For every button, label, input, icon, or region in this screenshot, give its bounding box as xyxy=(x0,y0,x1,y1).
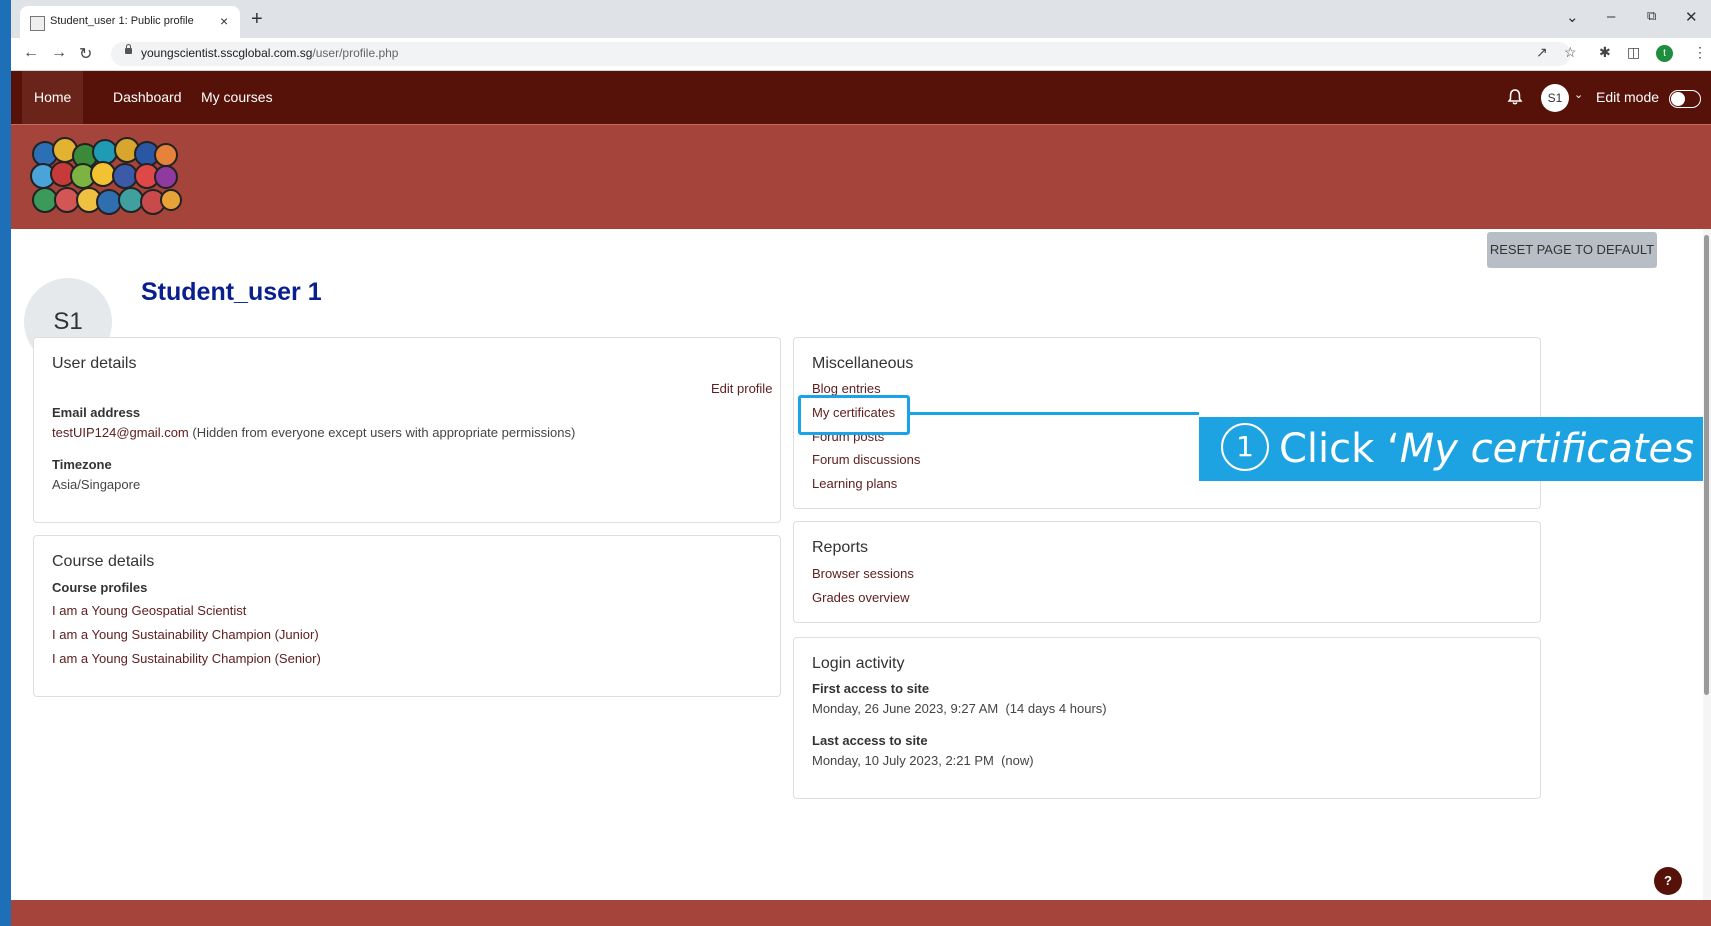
login-activity-title: Login activity xyxy=(812,655,905,672)
reload-icon[interactable]: ↻ xyxy=(79,44,92,64)
edit-mode-label: Edit mode xyxy=(1596,89,1660,105)
user-details-title: User details xyxy=(52,355,137,372)
tab-search-icon[interactable]: ⌄ xyxy=(1566,8,1579,26)
nav-dashboard[interactable]: Dashboard xyxy=(101,71,194,124)
certificates-highlight-box xyxy=(798,395,910,435)
tab-close-icon[interactable]: × xyxy=(220,13,228,29)
first-access-label: First access to site xyxy=(812,681,930,696)
forward-arrow-icon[interactable]: → xyxy=(51,44,67,62)
share-icon[interactable]: ↗ xyxy=(1536,44,1548,61)
lock-icon xyxy=(125,44,132,54)
site-navbar: Home Dashboard My courses S1 ⌄ Edit mode xyxy=(11,71,1711,124)
callout-prefix: Click ‘ xyxy=(1279,426,1400,472)
address-bar[interactable]: youngscientist.sscglobal.com.sg/user/pro… xyxy=(111,42,1571,66)
window-border xyxy=(0,0,11,926)
course-details-card: Course details Course profiles I am a Yo… xyxy=(33,535,781,697)
reports-title: Reports xyxy=(812,539,869,556)
reports-card: Reports Browser sessions Grades overview xyxy=(793,521,1541,623)
course-details-title: Course details xyxy=(52,553,155,570)
bookmark-star-icon[interactable]: ☆ xyxy=(1564,44,1577,61)
course-link[interactable]: I am a Young Sustainability Champion (Se… xyxy=(52,651,321,666)
help-button[interactable]: ? xyxy=(1654,867,1682,895)
edit-mode-toggle[interactable] xyxy=(1669,90,1701,108)
last-access-label: Last access to site xyxy=(812,733,928,748)
blog-entries-link[interactable]: Blog entries xyxy=(812,381,881,396)
course-link[interactable]: I am a Young Sustainability Champion (Ju… xyxy=(52,627,319,642)
forum-discussions-link[interactable]: Forum discussions xyxy=(812,452,920,467)
nav-my-courses[interactable]: My courses xyxy=(189,71,285,124)
login-activity-card: Login activity First access to site Mond… xyxy=(793,637,1541,799)
browser-sessions-link[interactable]: Browser sessions xyxy=(812,566,914,581)
timezone-value: Asia/Singapore xyxy=(52,477,141,492)
email-label: Email address xyxy=(52,405,141,420)
step-number-badge: 1 xyxy=(1221,423,1269,471)
site-favicon-icon xyxy=(30,16,45,31)
browser-toolbar: ← → ↻ youngscientist.sscglobal.com.sg/us… xyxy=(11,38,1711,71)
user-menu-avatar[interactable]: S1 xyxy=(1541,84,1569,112)
url-text: youngscientist.sscglobal.com.sg/user/pro… xyxy=(141,46,399,60)
profile-full-name: Student_user 1 xyxy=(141,278,322,306)
reset-page-button[interactable]: RESET PAGE TO DEFAULT xyxy=(1487,232,1657,268)
back-arrow-icon[interactable]: ← xyxy=(23,44,39,62)
chevron-down-icon[interactable]: ⌄ xyxy=(1574,88,1583,101)
instruction-callout: 1 Click ‘My certificates xyxy=(1199,417,1711,481)
course-link[interactable]: I am a Young Geospatial Scientist xyxy=(52,603,246,618)
learning-plans-link[interactable]: Learning plans xyxy=(812,476,897,491)
tab-strip: Student_user 1: Public profile × + ⌄ – ⧉… xyxy=(11,0,1711,38)
miscellaneous-title: Miscellaneous xyxy=(812,355,914,372)
side-panel-icon[interactable]: ◫ xyxy=(1627,44,1640,61)
toggle-knob xyxy=(1671,92,1685,106)
timezone-label: Timezone xyxy=(52,457,112,472)
extensions-puzzle-icon[interactable]: ✱ xyxy=(1599,44,1611,61)
email-link[interactable]: testUIP124@gmail.com xyxy=(52,425,189,440)
notification-bell-icon[interactable] xyxy=(1505,87,1525,107)
browser-tab[interactable]: Student_user 1: Public profile × xyxy=(20,6,240,38)
grades-overview-link[interactable]: Grades overview xyxy=(812,590,910,605)
nav-home[interactable]: Home xyxy=(22,71,84,124)
last-access-value: Monday, 10 July 2023, 2:21 PM (now) xyxy=(812,753,1034,768)
browser-profile-avatar[interactable]: t xyxy=(1656,45,1673,62)
email-privacy-note: (Hidden from everyone except users with … xyxy=(188,425,576,440)
restore-icon[interactable]: ⧉ xyxy=(1647,8,1656,24)
page-content: RESET PAGE TO DEFAULT S1 Student_user 1 … xyxy=(11,229,1711,900)
callout-target: My certificates xyxy=(1399,426,1694,472)
scrollbar-thumb[interactable] xyxy=(1704,235,1709,695)
new-tab-button[interactable]: + xyxy=(251,8,263,31)
site-footer xyxy=(11,900,1711,926)
browser-menu-icon[interactable]: ⋮ xyxy=(1693,44,1707,61)
user-details-card: User details Edit profile Email address … xyxy=(33,337,781,523)
minimize-icon[interactable]: – xyxy=(1607,8,1615,25)
edit-profile-link[interactable]: Edit profile xyxy=(711,381,772,396)
site-logo[interactable] xyxy=(28,137,184,219)
close-window-icon[interactable]: ✕ xyxy=(1685,8,1698,26)
first-access-value: Monday, 26 June 2023, 9:27 AM (14 days 4… xyxy=(812,701,1107,716)
callout-connector-line xyxy=(908,412,1199,415)
course-profiles-label: Course profiles xyxy=(52,580,148,595)
tab-title: Student_user 1: Public profile xyxy=(50,15,194,27)
email-value-row: testUIP124@gmail.com (Hidden from everyo… xyxy=(52,425,575,440)
site-banner xyxy=(11,124,1711,230)
browser-window: Student_user 1: Public profile × + ⌄ – ⧉… xyxy=(0,0,1711,926)
